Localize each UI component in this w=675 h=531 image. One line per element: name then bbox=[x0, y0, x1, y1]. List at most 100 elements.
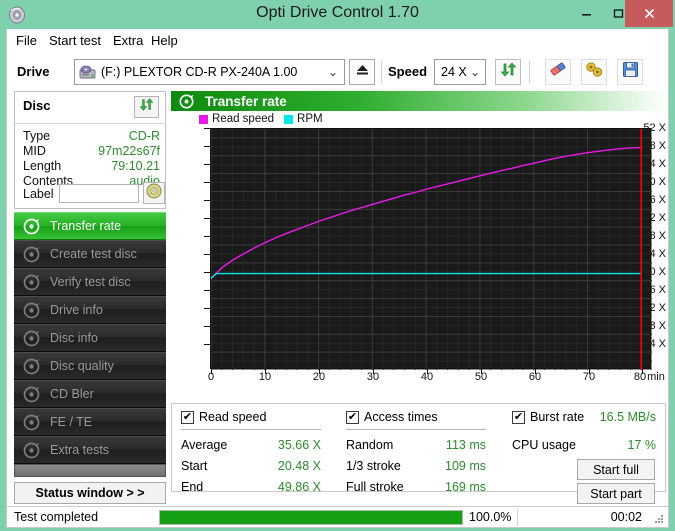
sidebar-item-label: Extra tests bbox=[50, 443, 109, 457]
disc-test-icon bbox=[23, 246, 40, 263]
read-speed-checkbox-row[interactable]: ✔ Read speed bbox=[181, 410, 266, 424]
drive-label: Drive bbox=[17, 64, 50, 79]
sidebar-item-verify-test-disc[interactable]: Verify test disc bbox=[14, 268, 166, 296]
status-window-button[interactable]: Status window > > bbox=[14, 482, 166, 504]
x-tick-label: 70 bbox=[583, 371, 595, 383]
disc-panel-title: Disc bbox=[23, 98, 50, 113]
disc-test-icon bbox=[23, 414, 40, 431]
tools-icon bbox=[585, 61, 604, 83]
disc-row-value: CD-R bbox=[129, 129, 160, 143]
save-button[interactable] bbox=[617, 59, 643, 85]
speed-label: Speed bbox=[388, 64, 427, 79]
x-tick-label: 30 bbox=[367, 371, 379, 383]
eject-button[interactable] bbox=[349, 59, 375, 85]
test-nav-list: Transfer rate Create test disc bbox=[14, 212, 166, 464]
read-speed-key-end: End bbox=[181, 480, 203, 494]
status-bar-separator bbox=[517, 509, 518, 526]
read-speed-key-average: Average bbox=[181, 438, 227, 452]
disc-label-input[interactable] bbox=[59, 184, 139, 203]
burst-rate-checkbox-row[interactable]: ✔ Burst rate bbox=[512, 410, 584, 424]
refresh-icon bbox=[139, 97, 154, 117]
eject-icon bbox=[355, 63, 370, 81]
sidebar-item-label: FE / TE bbox=[50, 415, 92, 429]
x-tick-label: 40 bbox=[421, 371, 433, 383]
access-value-third-stroke: 109 ms bbox=[422, 459, 486, 473]
read-speed-checkbox[interactable]: ✔ bbox=[181, 411, 194, 424]
title-bar: Opti Drive Control 1.70 bbox=[0, 0, 675, 29]
sidebar-item-label: Disc info bbox=[50, 331, 98, 345]
start-part-button[interactable]: Start part bbox=[577, 483, 655, 504]
disc-test-icon bbox=[23, 218, 40, 235]
tools-button[interactable] bbox=[581, 59, 607, 85]
toolbar-separator bbox=[381, 61, 382, 83]
sidebar-item-label: Create test disc bbox=[50, 247, 137, 261]
chevron-down-icon: ⌄ bbox=[470, 65, 480, 79]
drive-select-value: (F:) PLEXTOR CD-R PX-240A 1.00 bbox=[101, 65, 297, 79]
drive-select[interactable]: (F:) PLEXTOR CD-R PX-240A 1.00 ⌄ bbox=[74, 59, 345, 85]
access-value-random: 113 ms bbox=[422, 438, 486, 452]
access-times-checkbox-row[interactable]: ✔ Access times bbox=[346, 410, 438, 424]
disc-test-icon bbox=[179, 94, 194, 109]
disc-row-mid: MID 97m22s67f bbox=[15, 144, 167, 159]
toolbar-separator-2 bbox=[529, 61, 530, 83]
legend-label-rpm: RPM bbox=[297, 113, 323, 125]
x-axis-unit-label: min bbox=[647, 371, 665, 383]
sidebar-item-fe-te[interactable]: FE / TE bbox=[14, 408, 166, 436]
progress-bar bbox=[159, 510, 463, 525]
disc-label-button[interactable] bbox=[143, 182, 165, 204]
close-button[interactable] bbox=[625, 0, 673, 27]
start-full-button[interactable]: Start full bbox=[577, 459, 655, 480]
speed-select-value: 24 X bbox=[441, 65, 467, 79]
access-key-random: Random bbox=[346, 438, 393, 452]
refresh-button[interactable] bbox=[495, 59, 521, 85]
read-speed-value-average: 35.66 X bbox=[257, 438, 321, 452]
sidebar-item-label: Verify test disc bbox=[50, 275, 131, 289]
sidebar-item-extra-tests[interactable]: Extra tests bbox=[14, 436, 166, 464]
disc-label-key: Label bbox=[23, 187, 54, 201]
sidebar-item-create-test-disc[interactable]: Create test disc bbox=[14, 240, 166, 268]
disc-refresh-button[interactable] bbox=[134, 96, 159, 118]
legend-swatch-read-speed bbox=[199, 115, 208, 124]
application-window: Opti Drive Control 1.70 File Start test … bbox=[0, 0, 675, 531]
disc-test-icon bbox=[23, 302, 40, 319]
panel-header: Transfer rate bbox=[171, 91, 666, 111]
save-icon bbox=[622, 61, 639, 83]
burst-rate-checkbox[interactable]: ✔ bbox=[512, 411, 525, 424]
cpu-usage-value: 17 % bbox=[590, 438, 656, 452]
sidebar-item-disc-info[interactable]: Disc info bbox=[14, 324, 166, 352]
menu-item-file[interactable]: File bbox=[11, 32, 42, 50]
disc-test-icon bbox=[23, 358, 40, 375]
speed-select[interactable]: 24 X ⌄ bbox=[434, 59, 486, 85]
refresh-icon bbox=[500, 61, 517, 83]
chevron-down-icon: ⌄ bbox=[328, 65, 338, 79]
sidebar-item-cd-bler[interactable]: CD Bler bbox=[14, 380, 166, 408]
disc-row-value: 97m22s67f bbox=[98, 144, 160, 158]
legend-label-read-speed: Read speed bbox=[212, 113, 274, 125]
toolbar: Drive (F:) PLEXTOR CD-R PX-240A 1.00 ⌄ bbox=[6, 53, 669, 91]
disc-row-key: Length bbox=[23, 159, 61, 173]
disc-info-panel: Disc Type CD-R MID 97m22s67f Length bbox=[14, 91, 166, 209]
x-tick-label: 20 bbox=[313, 371, 325, 383]
access-times-checkbox[interactable]: ✔ bbox=[346, 411, 359, 424]
burst-rate-value: 16.5 MB/s bbox=[590, 410, 656, 424]
transfer-rate-chart: Read speed RPM 52 X 48 X 44 X 40 X 36 X … bbox=[171, 113, 666, 403]
menu-item-extra[interactable]: Extra bbox=[108, 32, 148, 50]
resize-grip[interactable] bbox=[655, 515, 664, 524]
access-times-title: Access times bbox=[364, 410, 438, 424]
x-tick-label: 50 bbox=[475, 371, 487, 383]
sidebar-item-drive-info[interactable]: Drive info bbox=[14, 296, 166, 324]
disc-row-length: Length 79:10.21 bbox=[15, 159, 167, 174]
results-panel: ✔ Read speed Average 35.66 X Start 20.48… bbox=[171, 403, 666, 492]
menu-item-start-test[interactable]: Start test bbox=[44, 32, 106, 50]
sidebar: Disc Type CD-R MID 97m22s67f Length bbox=[6, 91, 166, 506]
erase-button[interactable] bbox=[545, 59, 571, 85]
access-key-full-stroke: Full stroke bbox=[346, 480, 404, 494]
sidebar-item-disc-quality[interactable]: Disc quality bbox=[14, 352, 166, 380]
sidebar-item-transfer-rate[interactable]: Transfer rate bbox=[14, 212, 166, 240]
read-speed-value-start: 20.48 X bbox=[257, 459, 321, 473]
sidebar-item-label: CD Bler bbox=[50, 387, 94, 401]
menu-item-help[interactable]: Help bbox=[146, 32, 183, 50]
cpu-usage-key: CPU usage bbox=[512, 438, 576, 452]
burst-rate-title: Burst rate bbox=[530, 410, 584, 424]
menu-bar: File Start test Extra Help bbox=[6, 29, 669, 53]
